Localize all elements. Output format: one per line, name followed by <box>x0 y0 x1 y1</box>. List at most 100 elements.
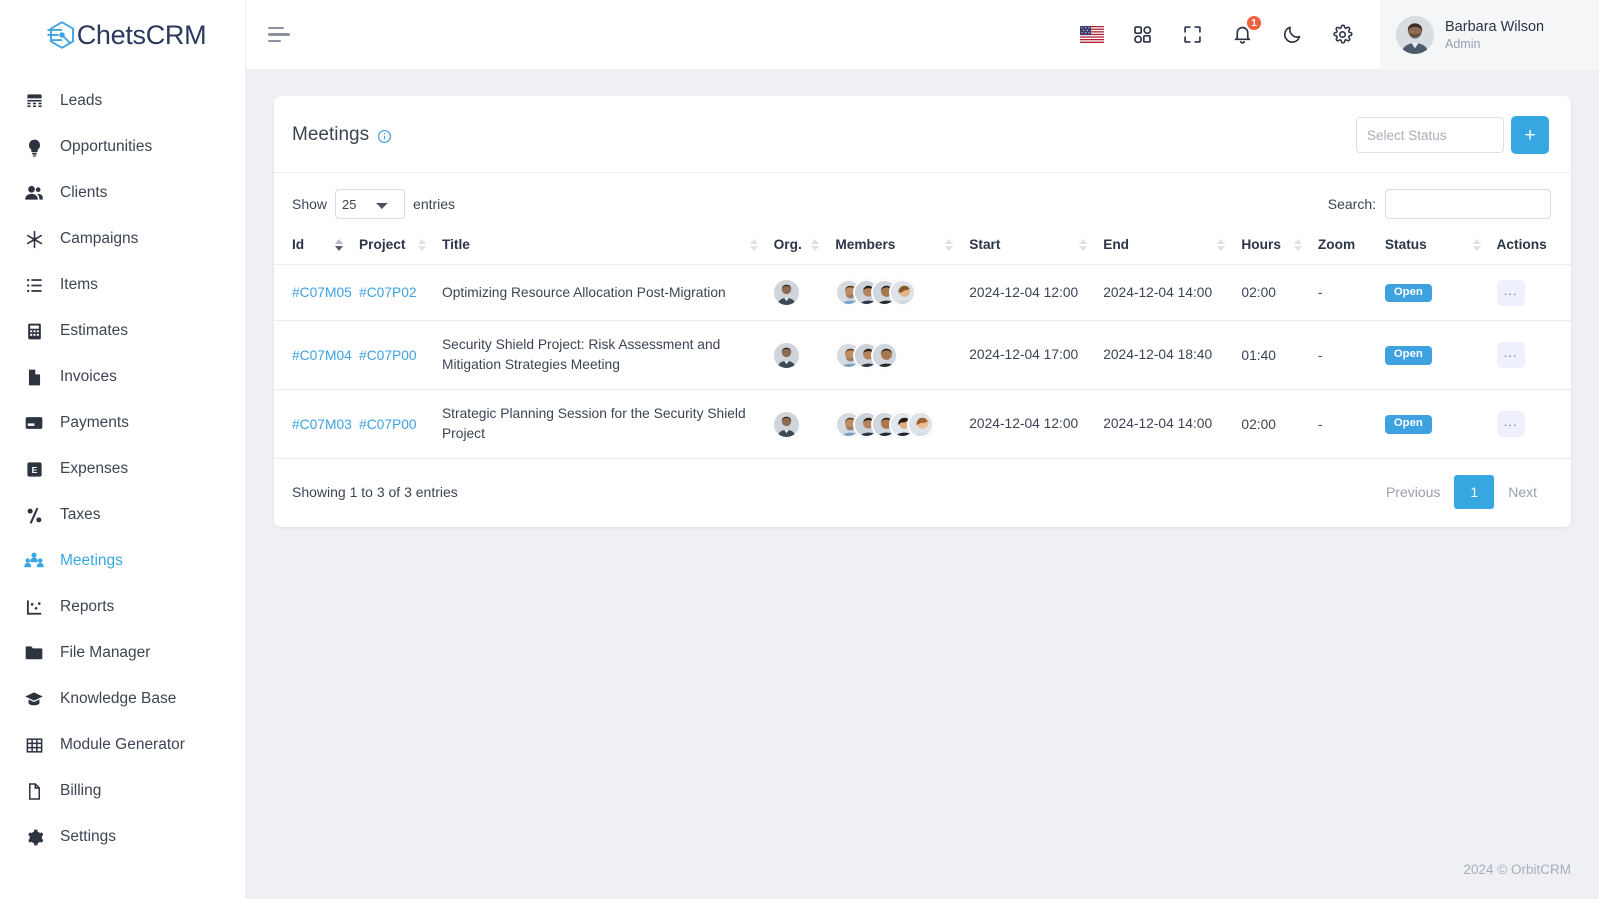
cell-zoom: - <box>1317 320 1385 390</box>
project-id-link[interactable]: #C07P00 <box>359 348 417 363</box>
sort-icon[interactable] <box>1217 238 1226 252</box>
sort-icon[interactable] <box>1079 238 1088 252</box>
settings-gear-icon[interactable] <box>1330 23 1354 47</box>
pagination-previous[interactable]: Previous <box>1372 477 1454 507</box>
expense-box-icon: E <box>24 459 44 479</box>
hamburger-icon[interactable] <box>268 20 298 50</box>
chart-icon <box>24 597 44 617</box>
notifications-bell-icon[interactable]: 1 <box>1230 13 1263 47</box>
sort-icon[interactable] <box>811 238 820 252</box>
sidebar-item-clients[interactable]: Clients <box>0 170 245 216</box>
project-id-link[interactable]: #C07P00 <box>359 417 417 432</box>
avatar <box>1396 15 1434 54</box>
sidebar-item-module-generator[interactable]: Module Generator <box>0 722 245 768</box>
column-header-start[interactable]: Start <box>969 225 1104 265</box>
sort-icon[interactable] <box>1293 238 1303 252</box>
column-header-status[interactable]: Status <box>1384 225 1497 265</box>
sidebar-item-items[interactable]: Items <box>0 262 245 308</box>
sidebar-item-expenses[interactable]: E Expenses <box>0 446 245 492</box>
table-row: #C07M05 #C07P02 Optimizing Resource Allo… <box>274 264 1571 321</box>
project-id-link[interactable]: #C07P02 <box>359 285 417 300</box>
grid-table-icon <box>24 735 44 755</box>
sidebar-item-label: File Manager <box>60 644 151 662</box>
row-actions-button[interactable]: ... <box>1496 279 1525 306</box>
cell-members <box>835 264 970 321</box>
sidebar-item-label: Invoices <box>60 368 117 386</box>
row-actions-button[interactable]: ... <box>1496 342 1525 368</box>
chets-logo-icon <box>45 18 79 52</box>
column-label: Members <box>835 237 896 252</box>
file-icon <box>24 367 44 387</box>
sidebar-item-meetings[interactable]: Meetings <box>0 538 245 584</box>
sidebar-item-label: Module Generator <box>60 736 185 754</box>
add-meeting-button[interactable]: + <box>1511 116 1549 154</box>
column-header-project[interactable]: Project <box>359 225 442 265</box>
info-circle-icon[interactable] <box>377 128 392 143</box>
meeting-id-link[interactable]: #C07M03 <box>292 417 352 432</box>
meeting-id-link[interactable]: #C07M04 <box>292 348 352 363</box>
column-header-hours[interactable]: Hours <box>1241 225 1318 265</box>
cell-id: #C07M04 <box>274 320 360 390</box>
search-input[interactable] <box>1385 189 1551 219</box>
sort-icon[interactable] <box>945 238 954 252</box>
column-label: Start <box>969 237 1001 252</box>
sidebar-item-leads[interactable]: Leads <box>0 78 245 124</box>
column-label: Hours <box>1241 237 1281 252</box>
sort-icon[interactable] <box>417 238 427 252</box>
sort-icon[interactable] <box>335 238 344 252</box>
app-root: ChetsCRM Leads Opportunities Clients Cam… <box>0 0 1599 899</box>
cell-start: 2024-12-04 12:00 <box>969 264 1104 321</box>
column-header-id[interactable]: Id <box>274 225 360 265</box>
meeting-id-link[interactable]: #C07M05 <box>292 285 352 300</box>
user-meta: Barbara Wilson Admin <box>1445 19 1544 51</box>
sidebar-item-taxes[interactable]: Taxes <box>0 492 245 538</box>
brand-logo-area[interactable]: ChetsCRM <box>0 0 245 70</box>
sidebar-item-label: Leads <box>60 92 103 110</box>
cell-status: Open <box>1384 320 1497 390</box>
document-icon <box>24 781 44 801</box>
sidebar-item-knowledge-base[interactable]: Knowledge Base <box>0 676 245 722</box>
sidebar-item-label: Estimates <box>60 322 129 340</box>
apps-grid-icon[interactable] <box>1130 23 1154 47</box>
pagination-next[interactable]: Next <box>1494 477 1551 507</box>
cell-project: #C07P02 <box>359 264 442 321</box>
sidebar-item-campaigns[interactable]: Campaigns <box>0 216 245 262</box>
column-label: Actions <box>1496 237 1547 252</box>
cell-project: #C07P00 <box>359 320 442 390</box>
cell-end: 2024-12-04 14:00 <box>1103 389 1242 459</box>
page-title-text: Meetings <box>292 124 370 145</box>
dark-mode-moon-icon[interactable] <box>1280 23 1304 47</box>
sidebar-item-estimates[interactable]: Estimates <box>0 308 245 354</box>
cell-title: Security Shield Project: Risk Assessment… <box>441 320 774 390</box>
fullscreen-icon[interactable] <box>1180 23 1204 47</box>
column-header-end[interactable]: End <box>1103 225 1242 265</box>
column-label: Zoom <box>1317 237 1356 252</box>
sidebar-item-reports[interactable]: Reports <box>0 584 245 630</box>
sidebar-item-settings[interactable]: Settings <box>0 814 245 860</box>
column-header-title[interactable]: Title <box>441 225 774 265</box>
table-toolbar: Show 10 25 50 100 entries Search: <box>274 173 1571 225</box>
column-header-members[interactable]: Members <box>835 225 970 265</box>
sort-icon[interactable] <box>1472 238 1482 252</box>
sort-icon[interactable] <box>749 238 759 252</box>
pagination-page-1[interactable]: 1 <box>1454 475 1495 509</box>
sidebar-item-file-manager[interactable]: File Manager <box>0 630 245 676</box>
search-control: Search: <box>1328 189 1551 219</box>
sidebar-nav: Leads Opportunities Clients Campaigns It… <box>0 70 245 860</box>
row-actions-button[interactable]: ... <box>1496 411 1525 437</box>
page-length-select[interactable]: 10 25 50 100 <box>335 189 406 219</box>
user-profile-menu[interactable]: Barbara Wilson Admin <box>1380 0 1599 70</box>
sidebar-item-payments[interactable]: Payments <box>0 400 245 446</box>
org-avatar <box>773 411 799 437</box>
column-header-org[interactable]: Org. <box>773 225 836 265</box>
table-header-row: Id Project Title Org. Members Start End … <box>274 225 1571 265</box>
language-flag-us-icon[interactable] <box>1080 23 1104 47</box>
sidebar-item-invoices[interactable]: Invoices <box>0 354 245 400</box>
column-label: Status <box>1384 237 1427 252</box>
sidebar-item-opportunities[interactable]: Opportunities <box>0 124 245 170</box>
table-row: #C07M03 #C07P00 Strategic Planning Sessi… <box>274 389 1571 459</box>
sidebar-item-billing[interactable]: Billing <box>0 768 245 814</box>
status-filter-select[interactable]: Select Status <box>1356 117 1504 153</box>
percent-icon <box>24 505 44 525</box>
cell-org <box>773 320 836 390</box>
